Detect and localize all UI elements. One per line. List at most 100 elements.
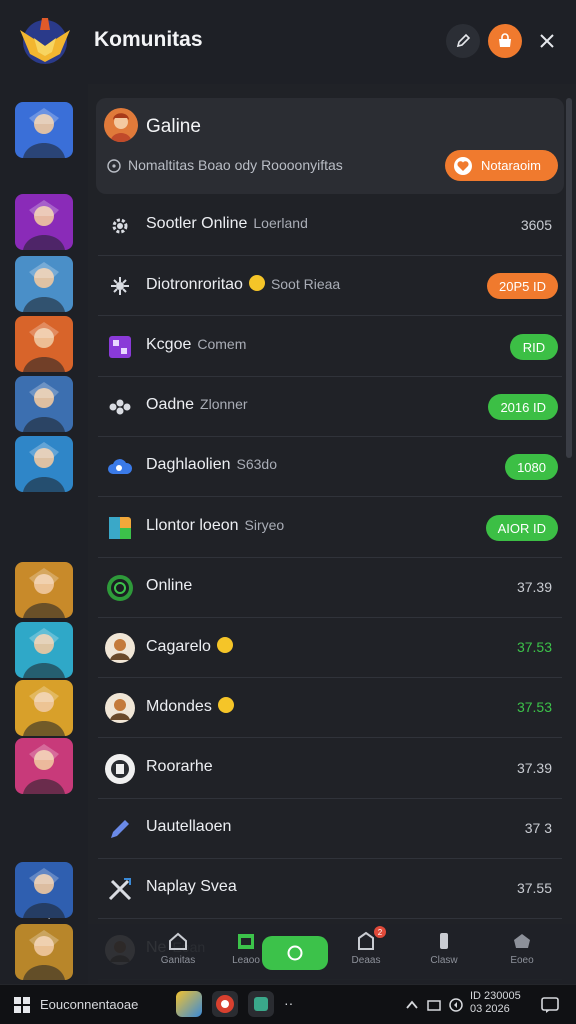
- game-tile-6[interactable]: [15, 436, 73, 492]
- swords-icon: [104, 873, 136, 905]
- list-item[interactable]: Llontor loeon Siryeo AIOR ID: [98, 498, 562, 558]
- nav-alert[interactable]: Clasw: [414, 930, 474, 980]
- list-item[interactable]: Roorarhe 37.39: [98, 739, 562, 799]
- notification-icon[interactable]: [540, 995, 560, 1015]
- list-item[interactable]: Daghlaolien S63do 1080: [98, 437, 562, 497]
- status-badge[interactable]: 20P5 ID: [487, 273, 558, 299]
- list-item-name: Kcgoe: [146, 336, 192, 353]
- os-taskbar: Eouconnentaoae ·· ID 230005 03 2026: [0, 984, 576, 1024]
- edit-button[interactable]: [446, 24, 480, 58]
- list-item-name: Diotronroritao: [146, 276, 243, 293]
- taskbar-more[interactable]: ··: [284, 995, 293, 1011]
- list-item-name: Online: [146, 577, 193, 594]
- taskbar-search[interactable]: Eouconnentaoae: [40, 997, 138, 1012]
- close-icon: [540, 34, 554, 48]
- list-item[interactable]: Kcgoe Comem RID: [98, 317, 562, 377]
- spark-icon: [104, 270, 136, 302]
- featured-card[interactable]: Galine Nomaltitas Boao ody Roooonyiftas …: [96, 98, 564, 194]
- taskbar-clock[interactable]: ID 230005 03 2026: [470, 990, 521, 1016]
- status-badge[interactable]: AIOR ID: [485, 515, 558, 541]
- status-badge[interactable]: 2016 ID: [488, 394, 558, 420]
- list-item[interactable]: Cagarelo 37.53: [98, 618, 562, 678]
- globe-icon: [104, 572, 136, 604]
- taskbar-app-chrome-icon[interactable]: [212, 991, 238, 1017]
- list-item[interactable]: Online 37.39: [98, 558, 562, 618]
- list-item[interactable]: Oadne Zlonner 2016 ID: [98, 377, 562, 437]
- status-badge[interactable]: 1080: [505, 454, 558, 480]
- clock-time: ID 230005: [470, 990, 521, 1002]
- avatar-icon: [104, 692, 136, 724]
- featured-action-label: Notaraoim: [481, 158, 541, 173]
- list-item-name: Uautellaoen: [146, 818, 232, 835]
- game-tile-9[interactable]: [15, 680, 73, 736]
- list-item[interactable]: Mdondes 37.53: [98, 678, 562, 738]
- featured-description: Nomaltitas Boao ody Roooonyiftas: [128, 157, 343, 173]
- list-item-title: Kcgoe Comem: [146, 336, 246, 354]
- avatar-icon: [104, 632, 136, 664]
- nav-label: Deaas: [351, 955, 381, 966]
- network-icon[interactable]: [426, 997, 442, 1013]
- info-icon: [107, 159, 121, 173]
- list-item[interactable]: Uautellaoen 37 3: [98, 799, 562, 859]
- chat-icon: [287, 945, 303, 961]
- list-item-value: 37.39: [516, 579, 552, 595]
- list-item-title: Uautellaoen: [146, 818, 231, 836]
- list-item-subtitle: S63do: [236, 456, 277, 472]
- nav-label: Leaoo: [232, 955, 260, 966]
- list-item-title: Daghlaolien S63do: [146, 456, 277, 474]
- status-badge[interactable]: RID: [510, 334, 558, 360]
- list-item-name: Sootler Online: [146, 215, 248, 232]
- game-tile-7[interactable]: [15, 562, 73, 618]
- grid-icon: [104, 331, 136, 363]
- nav-profile[interactable]: Eoeo: [492, 930, 552, 980]
- game-tile-10[interactable]: [15, 738, 73, 794]
- list-item-title: Cagarelo: [146, 637, 233, 656]
- list-item-value: 37.55: [516, 880, 552, 896]
- windows-start-icon[interactable]: [14, 997, 30, 1013]
- list-item-name: Oadne: [146, 396, 195, 413]
- shopping-bag-icon: [499, 33, 511, 47]
- list-item-title: Naplay Svea: [146, 878, 237, 896]
- game-tile-11[interactable]: [15, 862, 73, 918]
- taskbar-app-store-icon[interactable]: [248, 991, 274, 1017]
- shop-button[interactable]: [488, 24, 522, 58]
- dots-icon: [104, 391, 136, 423]
- taskbar-app-explorer-icon[interactable]: [176, 991, 202, 1017]
- volume-icon[interactable]: [448, 997, 464, 1013]
- list-item-name: Mdondes: [146, 698, 212, 715]
- gear-icon: [104, 210, 136, 242]
- game-tile-5[interactable]: [15, 376, 73, 432]
- nav-store[interactable]: Deaas 2: [336, 926, 396, 980]
- game-tile-4[interactable]: [15, 316, 73, 372]
- nav-home[interactable]: Ganitas: [148, 930, 208, 980]
- top-bar: Komunitas: [0, 0, 576, 84]
- app-title: Komunitas: [94, 28, 203, 51]
- alert-icon: [440, 933, 448, 949]
- game-tile-12[interactable]: [15, 924, 73, 980]
- game-tile-3[interactable]: [15, 256, 73, 312]
- list-item-title: Llontor loeon Siryeo: [146, 517, 284, 535]
- emoji-icon: [248, 275, 265, 291]
- cloud-icon: [104, 451, 136, 483]
- list-item[interactable]: Naplay Svea 37.55: [98, 859, 562, 919]
- list-item-subtitle: Zlonner: [200, 396, 248, 412]
- list-item-title: Oadne Zlonner: [146, 396, 248, 414]
- list-item[interactable]: Sootler Online Loerland 3605: [98, 196, 562, 256]
- heart-chat-icon: [454, 156, 472, 175]
- list-item-subtitle: Loerland: [253, 215, 308, 231]
- game-tile-8[interactable]: [15, 622, 73, 678]
- chevron-up-icon[interactable]: [404, 997, 420, 1013]
- list-item-name: Cagarelo: [146, 638, 211, 655]
- game-tile-1[interactable]: [15, 102, 73, 158]
- close-button[interactable]: [530, 24, 564, 58]
- nav-library[interactable]: Leaoo: [216, 930, 276, 980]
- list-item-value: 37.53: [516, 699, 552, 715]
- scrollbar[interactable]: [566, 98, 572, 458]
- clock-date: 03 2026: [470, 1003, 510, 1015]
- list-item-value: 3605: [520, 217, 552, 233]
- game-tile-2[interactable]: [15, 194, 73, 250]
- list-item[interactable]: Diotronroritao Soot Rieaa 20P5 ID: [98, 256, 562, 316]
- home-icon: [169, 932, 187, 950]
- featured-action-button[interactable]: Notaraoim: [445, 150, 558, 181]
- app-logo: [20, 18, 70, 64]
